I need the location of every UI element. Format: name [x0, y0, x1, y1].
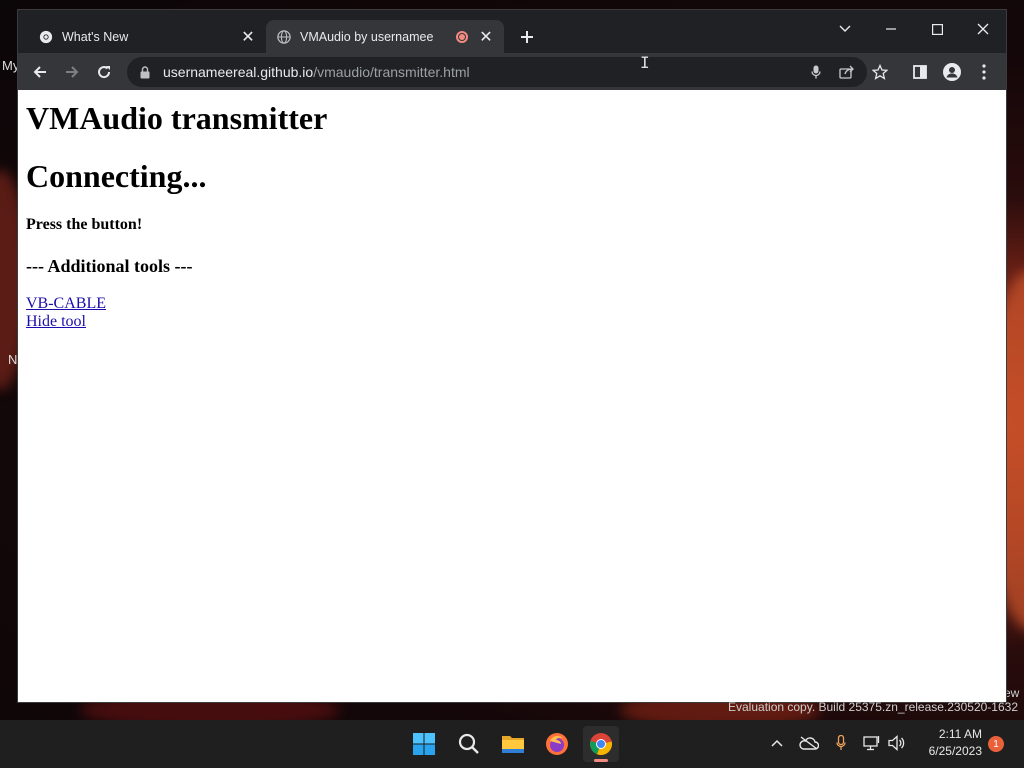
network-icon[interactable]	[861, 732, 883, 754]
browser-window: What's New ✕ VMAudio by usernamee ✕ user…	[18, 10, 1006, 702]
tab-title: What's New	[62, 29, 129, 44]
side-panel-icon[interactable]	[906, 58, 934, 86]
bookmark-star-icon[interactable]	[866, 58, 894, 86]
tab-search-button[interactable]	[822, 14, 868, 44]
microphone-icon[interactable]	[802, 57, 830, 87]
onedrive-offline-icon[interactable]	[798, 732, 820, 754]
url-text[interactable]: usernameereal.github.io/vmaudio/transmit…	[163, 64, 470, 80]
tab-whats-new[interactable]: What's New ✕	[28, 20, 266, 53]
text-cursor-icon: I	[640, 53, 650, 72]
evaluation-watermark: Evaluation copy. Build 25375.zn_release.…	[728, 700, 1018, 714]
start-icon[interactable]	[406, 726, 442, 762]
microphone-icon[interactable]	[830, 732, 852, 754]
browser-toolbar: usernameereal.github.io/vmaudio/transmit…	[18, 53, 1006, 90]
page-title: VMAudio transmitter	[26, 100, 328, 136]
connection-status: Connecting...	[26, 158, 207, 194]
tab-title: VMAudio by usernamee	[300, 29, 434, 44]
clock-date: 6/25/2023	[928, 744, 982, 758]
address-bar[interactable]: usernameereal.github.io/vmaudio/transmit…	[127, 57, 867, 87]
recording-icon	[456, 30, 468, 43]
search-icon[interactable]	[451, 726, 487, 762]
menu-kebab-icon[interactable]	[970, 58, 998, 86]
tab-strip: What's New ✕ VMAudio by usernamee ✕	[18, 10, 1006, 53]
tab-vmaudio[interactable]: VMAudio by usernamee ✕	[266, 20, 504, 53]
clock[interactable]: 2:11 AM 6/25/2023	[912, 726, 982, 760]
lock-icon[interactable]	[139, 65, 151, 79]
chrome-icon	[38, 29, 54, 45]
notification-badge[interactable]: 1	[988, 736, 1004, 752]
globe-icon	[276, 29, 292, 45]
file-explorer-icon[interactable]	[495, 726, 531, 762]
desktop-text-fragment: ew	[1004, 686, 1020, 700]
maximize-button[interactable]	[914, 14, 960, 44]
minimize-button[interactable]	[868, 14, 914, 44]
url-path: /vmaudio/transmitter.html	[313, 64, 470, 80]
page-content: VMAudio transmitter Connecting... Press …	[18, 90, 1006, 702]
taskbar: 2:11 AM 6/25/2023 1	[0, 720, 1024, 768]
chevron-up-icon[interactable]	[766, 732, 788, 754]
clock-time: 2:11 AM	[938, 727, 982, 741]
instruction-text: Press the button!	[26, 216, 143, 233]
close-window-button[interactable]	[960, 14, 1006, 44]
firefox-icon[interactable]	[539, 726, 575, 762]
vb-cable-link[interactable]: VB-CABLE	[26, 295, 106, 313]
reload-button[interactable]	[90, 58, 118, 86]
close-icon[interactable]: ✕	[238, 27, 258, 47]
hide-tool-link[interactable]: Hide tool	[26, 313, 86, 331]
close-icon[interactable]: ✕	[476, 27, 496, 47]
volume-icon[interactable]	[886, 732, 908, 754]
profile-icon[interactable]	[938, 58, 966, 86]
desktop-icon-label[interactable]: My	[2, 58, 19, 73]
url-host: usernameereal.github.io	[163, 64, 314, 80]
chrome-icon[interactable]	[583, 726, 619, 762]
forward-button[interactable]	[58, 58, 86, 86]
new-tab-button[interactable]	[516, 26, 538, 48]
desktop-icon-label[interactable]: N	[8, 352, 17, 367]
back-button[interactable]	[26, 58, 54, 86]
tools-heading: --- Additional tools ---	[26, 256, 193, 276]
share-icon[interactable]	[833, 57, 861, 87]
